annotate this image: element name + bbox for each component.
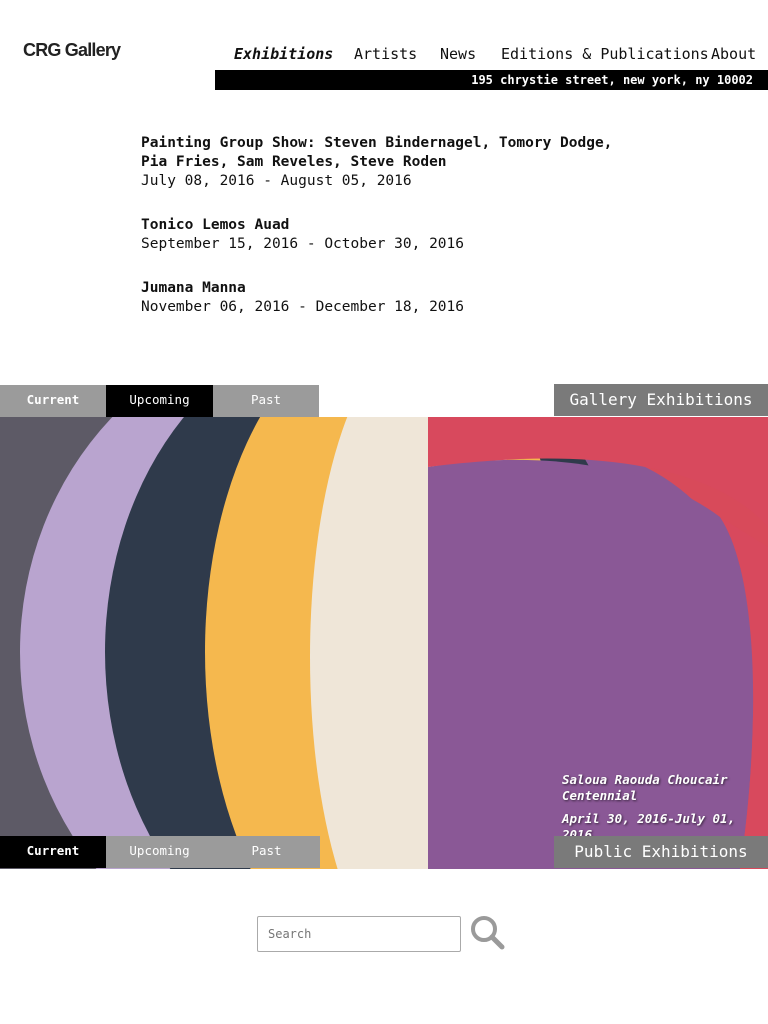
upcoming-exhibitions-list: Painting Group Show: Steven Bindernagel,… <box>141 134 641 342</box>
exhibition-dates: July 08, 2016 - August 05, 2016 <box>141 173 412 189</box>
exhibition-dates: September 15, 2016 - October 30, 2016 <box>141 236 465 252</box>
exhibition-dates: November 06, 2016 - December 18, 2016 <box>141 299 465 315</box>
tab-public-current[interactable]: Current <box>0 836 106 868</box>
tab-public-past[interactable]: Past <box>213 836 320 868</box>
public-exhibitions-tabs: Current Upcoming Past <box>0 836 320 868</box>
nav-news[interactable]: News <box>440 45 476 63</box>
search-icon <box>471 916 505 950</box>
tab-gallery-current[interactable]: Current <box>0 385 106 417</box>
nav-artists[interactable]: Artists <box>354 45 417 63</box>
search-input[interactable] <box>257 916 461 952</box>
address-bar: 195 chrystie street, new york, ny 10002 <box>215 70 768 90</box>
tab-public-upcoming[interactable]: Upcoming <box>106 836 213 868</box>
nav-about[interactable]: About <box>711 45 756 63</box>
search-button[interactable] <box>468 913 508 953</box>
gallery-exhibitions-label: Gallery Exhibitions <box>554 384 768 416</box>
tab-gallery-past[interactable]: Past <box>213 385 319 417</box>
gallery-exhibitions-tabs: Current Upcoming Past <box>0 385 320 417</box>
list-item[interactable]: Painting Group Show: Steven Bindernagel,… <box>141 134 641 191</box>
featured-title[interactable]: Saloua Raouda Choucair Centennial <box>562 772 768 804</box>
featured-caption[interactable]: Saloua Raouda Choucair Centennial April … <box>562 772 768 843</box>
main-nav: Exhibitions Artists News Editions & Publ… <box>0 45 768 65</box>
tab-gallery-upcoming[interactable]: Upcoming <box>106 385 213 417</box>
list-item[interactable]: Tonico Lemos Auad September 15, 2016 - O… <box>141 216 641 254</box>
exhibition-title[interactable]: Painting Group Show: Steven Bindernagel,… <box>141 134 641 172</box>
list-item[interactable]: Jumana Manna November 06, 2016 - Decembe… <box>141 279 641 317</box>
public-exhibitions-label: Public Exhibitions <box>554 836 768 868</box>
exhibition-title[interactable]: Tonico Lemos Auad <box>141 216 641 235</box>
featured-artwork-image[interactable]: Saloua Raouda Choucair Centennial April … <box>0 417 768 869</box>
nav-editions-publications[interactable]: Editions & Publications <box>501 45 709 63</box>
nav-exhibitions[interactable]: Exhibitions <box>234 45 333 63</box>
exhibition-title[interactable]: Jumana Manna <box>141 279 641 298</box>
